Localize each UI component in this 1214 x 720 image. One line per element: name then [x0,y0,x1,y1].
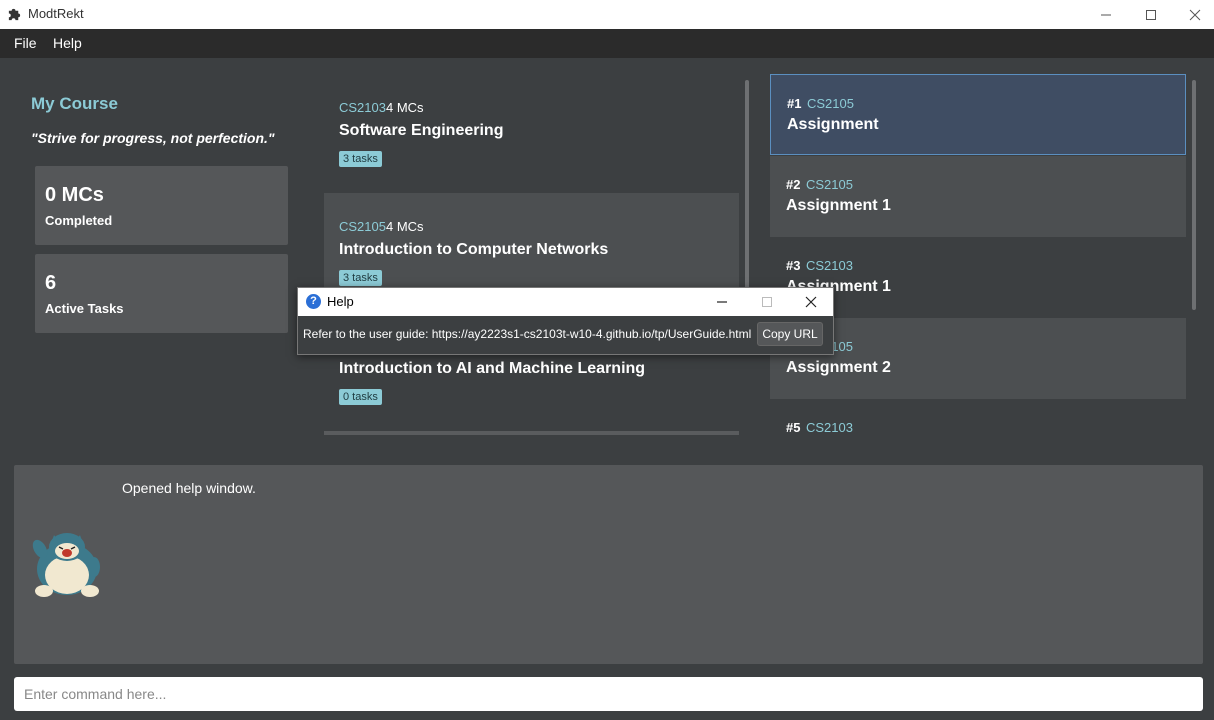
stat-value: 0 MCs [45,184,104,206]
question-icon: ? [306,294,321,309]
task-module-code: CS2105 [806,177,853,192]
stat-label: Completed [45,213,113,228]
task-card[interactable]: #5 CS2103 [770,399,1186,436]
module-code: CS2105 [339,219,386,234]
close-icon [1189,9,1200,20]
maximize-button[interactable] [1128,0,1173,29]
puzzle-icon [8,8,21,21]
menu-help[interactable]: Help [53,35,82,51]
close-button[interactable] [1172,0,1214,29]
task-name: Assignment 1 [786,197,891,214]
task-count-badge: 0 tasks [339,389,382,405]
task-list-scrollbar[interactable] [1192,80,1196,310]
help-dialog-title: Help [327,294,354,309]
task-list[interactable]: #1 CS2105 Assignment #2 CS2105 Assignmen… [770,74,1186,436]
motivational-quote: "Strive for progress, not perfection." [31,130,275,146]
help-dialog-titlebar: ? Help [298,288,833,316]
maximize-icon [1145,9,1156,20]
help-message: Refer to the user guide: https://ay2223s… [303,327,752,341]
minimize-icon [716,301,727,303]
task-count-badge: 3 tasks [339,270,382,286]
window-title: ModtRekt [28,6,84,21]
module-name: Introduction to AI and Machine Learning [339,360,646,377]
task-card-selected[interactable]: #1 CS2105 Assignment [770,74,1186,155]
module-name: Introduction to Computer Networks [339,241,609,258]
module-mcs: 4 MCs [386,219,424,234]
help-dialog: ? Help Refer to the user guide: https://… [297,287,834,355]
task-card[interactable]: #2 CS2105 Assignment 1 [770,156,1186,237]
task-name: Assignment 2 [786,359,891,376]
module-list[interactable]: CS2103 4 MCs Software Engineering 3 task… [324,74,739,436]
window-titlebar: ModtRekt [0,0,1214,29]
maximize-icon [761,297,772,307]
result-message: Opened help window. [122,480,256,496]
task-module-code: CS2103 [806,420,853,435]
task-module-code: CS2105 [807,96,854,111]
task-number: #2 [786,177,801,192]
module-mcs: 4 MCs [386,100,424,115]
minimize-icon [1100,14,1111,15]
stat-label: Active Tasks [45,301,124,316]
help-maximize-button [744,288,789,316]
help-close-button[interactable] [788,288,833,316]
menu-bar: File Help [0,29,1214,58]
stat-card-tasks: 6 Active Tasks [35,254,288,333]
module-card[interactable]: CS2103 4 MCs Software Engineering 3 task… [324,74,739,193]
task-count-badge: 3 tasks [339,151,382,167]
stat-card-mcs: 0 MCs Completed [35,166,288,245]
course-title: My Course [31,94,118,113]
snorlax-mascot [32,533,100,597]
task-number: #5 [786,420,801,435]
task-module-code: CS2103 [806,258,853,273]
task-number: #1 [787,96,802,111]
help-minimize-button[interactable] [699,288,744,316]
module-list-divider [324,431,739,435]
task-number: #3 [786,258,801,273]
minimize-button[interactable] [1083,0,1128,29]
result-display: Opened help window. [14,465,1203,664]
command-input[interactable] [14,677,1203,711]
stat-value: 6 [45,272,57,294]
task-name: Assignment [787,116,879,133]
module-code: CS2103 [339,100,386,115]
copy-url-button[interactable]: Copy URL [757,322,823,346]
module-list-scrollbar[interactable] [745,80,749,294]
module-name: Software Engineering [339,122,504,139]
close-icon [805,296,816,308]
menu-file[interactable]: File [14,35,37,51]
